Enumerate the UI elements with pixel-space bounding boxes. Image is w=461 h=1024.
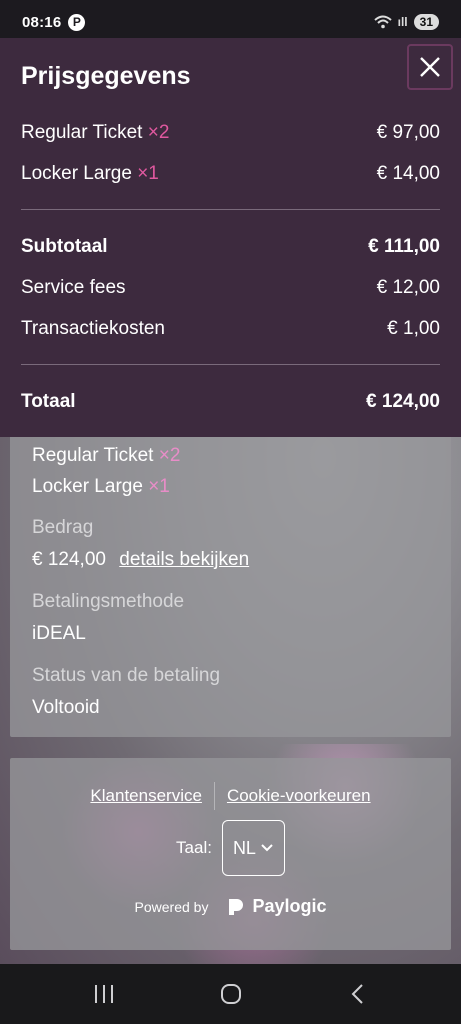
cookie-preferences-link[interactable]: Cookie-voorkeuren [227, 786, 371, 806]
price-item-value: € 14,00 [376, 163, 440, 184]
order-item: Regular Ticket ×2 [32, 440, 429, 471]
subtotal-row: Subtotaal € 111,00 [21, 232, 440, 262]
language-value: NL [232, 837, 256, 858]
battery-level: 31 [419, 15, 433, 29]
service-fees-row: Service fees € 12,00 [21, 273, 440, 303]
amount-label: Bedrag [32, 517, 94, 538]
back-icon[interactable] [346, 983, 370, 1005]
total-value: € 124,00 [366, 391, 440, 412]
subtotal-label: Subtotaal [21, 236, 108, 257]
modal-title: Prijsgegevens [21, 62, 191, 90]
transaction-costs-value: € 1,00 [387, 318, 440, 339]
language-row: Taal: NL [10, 820, 451, 876]
price-details-modal: Prijsgegevens Regular Ticket ×2 € 97,00 … [0, 38, 461, 437]
price-item-value: € 97,00 [376, 122, 440, 143]
footer-divider [213, 782, 215, 810]
divider [21, 364, 440, 365]
price-item-qty: ×2 [147, 122, 170, 143]
price-item-name: Regular Ticket [21, 122, 143, 143]
language-label: Taal: [176, 838, 212, 857]
home-icon[interactable] [219, 983, 243, 1005]
powered-by: Powered by Paylogic [10, 896, 451, 917]
status-time: 08:16 [22, 13, 62, 31]
order-item: Locker Large ×1 [32, 471, 429, 502]
amount-value: € 124,00 [32, 549, 106, 570]
amount-row: € 124,00 details bekijken [32, 543, 429, 576]
powered-by-label: Powered by [134, 898, 209, 915]
payment-status-label: Status van de betaling [32, 665, 221, 686]
transaction-costs-row: Transactiekosten € 1,00 [21, 314, 440, 344]
chevron-down-icon [261, 844, 273, 852]
service-fees-label: Service fees [21, 277, 126, 298]
paylogic-icon [229, 898, 244, 915]
divider [21, 209, 440, 210]
navigation-bar [0, 964, 461, 1024]
payment-status-value: Voltooid [32, 697, 100, 718]
order-item-name: Locker Large [32, 476, 143, 497]
payment-method-label: Betalingsmethode [32, 591, 185, 612]
price-item-label: Locker Large ×1 [21, 163, 159, 185]
close-icon [420, 57, 440, 77]
price-row: Locker Large ×1 € 14,00 [21, 159, 440, 189]
paylogic-brand: Paylogic [252, 896, 327, 916]
status-icons: ıll 31 [373, 14, 439, 30]
order-item-qty: ×1 [148, 476, 170, 497]
transaction-costs-label: Transactiekosten [21, 318, 165, 339]
price-item-label: Regular Ticket ×2 [21, 122, 169, 144]
battery-icon: 31 [413, 14, 439, 30]
close-button[interactable] [407, 44, 453, 90]
language-select[interactable]: NL [221, 820, 285, 876]
total-row: Totaal € 124,00 [21, 387, 440, 417]
recent-apps-icon[interactable] [92, 983, 116, 1005]
signal-icon: ıll [397, 15, 408, 29]
subtotal-value: € 111,00 [368, 236, 440, 257]
order-item-qty: ×2 [158, 445, 181, 466]
paylogic-logo: Paylogic [226, 896, 326, 917]
wifi-icon [373, 15, 392, 29]
footer-card: Klantenservice Cookie-voorkeuren Taal: N… [10, 758, 451, 950]
payment-method-value: iDEAL [32, 623, 86, 644]
pinterest-icon: P [68, 13, 86, 31]
price-item-name: Locker Large [21, 163, 132, 184]
order-item-name: Regular Ticket [32, 445, 154, 466]
order-summary-card: Regular Ticket ×2 Locker Large ×1 Bedrag… [10, 400, 451, 737]
footer-links: Klantenservice Cookie-voorkeuren [10, 782, 451, 810]
price-row: Regular Ticket ×2 € 97,00 [21, 118, 440, 148]
total-label: Totaal [21, 391, 76, 412]
service-fees-value: € 12,00 [376, 277, 440, 298]
details-link[interactable]: details bekijken [119, 549, 249, 570]
customer-service-link[interactable]: Klantenservice [90, 786, 202, 806]
price-item-qty: ×1 [137, 163, 159, 184]
